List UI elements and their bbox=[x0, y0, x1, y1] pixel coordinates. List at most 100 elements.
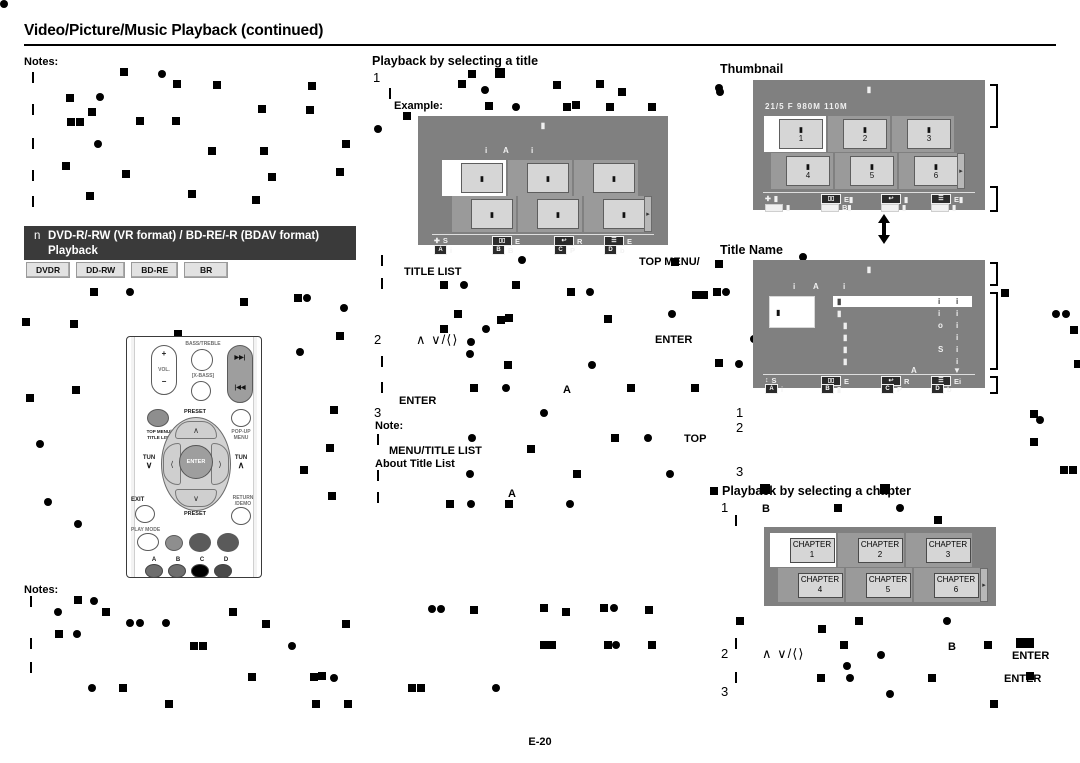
x-bass-label: [X-BASS] bbox=[191, 373, 215, 379]
color-button-d-label: D bbox=[223, 557, 229, 563]
thumbnail-cell-1[interactable]: ▮ 1 bbox=[764, 116, 826, 152]
title-name-row-2[interactable]: ▮ i i bbox=[833, 308, 972, 319]
mute-icon[interactable] bbox=[191, 381, 211, 401]
redaction-mark bbox=[990, 700, 998, 708]
redaction-mark bbox=[760, 484, 770, 494]
example-scroll-right-icon[interactable]: ▸ bbox=[644, 196, 652, 232]
play-button[interactable] bbox=[217, 533, 239, 552]
thumbnail-legend-key-4: ▮ bbox=[931, 203, 956, 212]
thumbnail-number-5: 5 bbox=[869, 171, 875, 180]
thumbnail-cell-3[interactable]: ▮ 3 bbox=[892, 116, 954, 152]
play-mode-button[interactable] bbox=[137, 533, 159, 551]
title-name-row-name-2: ▮ bbox=[837, 309, 842, 318]
stop-button[interactable] bbox=[165, 535, 183, 551]
redaction-mark bbox=[604, 315, 612, 323]
thumbnail-cell-6[interactable]: ▮ 6 bbox=[899, 153, 961, 189]
thumbnail-label-6: ▮ bbox=[933, 162, 939, 171]
color-key-d: D bbox=[931, 384, 944, 394]
title-name-label: Title Name bbox=[720, 243, 783, 257]
title-name-row-1[interactable]: ▮ i i bbox=[833, 296, 972, 307]
title-name-bracket-mid bbox=[990, 292, 998, 370]
redaction-mark bbox=[55, 630, 63, 638]
title-name-row-c1-1: i bbox=[938, 297, 941, 306]
redaction-mark bbox=[119, 684, 127, 692]
example-thumb-cell-6[interactable]: ▮ bbox=[584, 196, 648, 232]
chapter-cell-4[interactable]: CHAPTER 4 bbox=[778, 568, 844, 602]
redaction-mark bbox=[553, 81, 561, 89]
thumbnail-cell-4[interactable]: ▮ 4 bbox=[771, 153, 833, 189]
example-legend-top-2: E bbox=[515, 236, 521, 246]
color-key-blank-b bbox=[821, 203, 839, 212]
color-button-b[interactable] bbox=[168, 564, 186, 578]
redaction-mark bbox=[122, 170, 130, 178]
thumbnail-scroll-right-icon[interactable]: ▸ bbox=[957, 153, 965, 189]
skip-rocker[interactable] bbox=[227, 345, 253, 403]
chapter-scroll-right-icon[interactable]: ▸ bbox=[980, 568, 988, 602]
chapter-cell-6[interactable]: CHAPTER 6 bbox=[914, 568, 980, 602]
color-button-c[interactable] bbox=[191, 564, 209, 578]
redaction-mark bbox=[74, 520, 82, 528]
color-key-c: C bbox=[554, 245, 567, 255]
enter-button[interactable]: ENTER bbox=[179, 445, 213, 479]
thumbnail-cell-2[interactable]: ▮ 2 bbox=[828, 116, 890, 152]
example-thumb-inner-6: ▮ bbox=[603, 199, 645, 229]
redaction-mark bbox=[934, 516, 942, 524]
example-legend-key-1: A i bbox=[434, 245, 452, 255]
title-name-legend-key-3: C P bbox=[881, 384, 902, 394]
redaction-mark bbox=[700, 291, 708, 299]
example-thumb-cell-4[interactable]: ▮ bbox=[452, 196, 516, 232]
redaction-mark bbox=[300, 466, 308, 474]
redaction-mark bbox=[342, 620, 350, 628]
redaction-mark bbox=[943, 617, 951, 625]
thumbnail-legend-bottom-1: ▮ bbox=[786, 203, 791, 212]
color-button-a[interactable] bbox=[145, 564, 163, 578]
redaction-mark bbox=[158, 70, 166, 78]
example-thumb-cell-2[interactable]: ▮ bbox=[508, 160, 572, 196]
example-legend-bottom-1: i bbox=[450, 245, 453, 255]
redaction-mark bbox=[1070, 326, 1078, 334]
redaction-mark bbox=[1060, 466, 1068, 474]
example-thumb-cell-1[interactable]: ▮ bbox=[442, 160, 506, 196]
top-menu-title-list-button[interactable] bbox=[147, 409, 169, 427]
title-name-row-5[interactable]: ▮ S i bbox=[839, 344, 972, 355]
pause-button[interactable] bbox=[189, 533, 211, 552]
redaction-mark bbox=[644, 434, 652, 442]
exit-button[interactable] bbox=[135, 505, 155, 523]
chapter-cell-5[interactable]: CHAPTER 5 bbox=[846, 568, 912, 602]
redaction-mark bbox=[843, 662, 851, 670]
popup-menu-button[interactable] bbox=[231, 409, 251, 427]
example-thumb-cell-3[interactable]: ▮ bbox=[574, 160, 638, 196]
chapter-cell-1[interactable]: CHAPTER 1 bbox=[770, 533, 836, 567]
chapter-inner-6: CHAPTER 6 bbox=[933, 572, 979, 598]
thumbnail-label-1: ▮ bbox=[798, 125, 804, 134]
redaction-mark bbox=[408, 684, 416, 692]
title-name-row-4[interactable]: ▮ i bbox=[839, 332, 972, 343]
example-label: Example: bbox=[394, 100, 443, 112]
redaction-mark bbox=[340, 304, 348, 312]
thumbnail-legend-item-1: ✚ ▮ bbox=[765, 194, 778, 203]
color-key-d: D bbox=[604, 245, 617, 255]
thumbnail-number-4: 4 bbox=[805, 171, 811, 180]
chapter-cell-3[interactable]: CHAPTER 3 bbox=[906, 533, 972, 567]
bass-treble-button[interactable] bbox=[191, 349, 213, 371]
b-button-ref: B bbox=[762, 503, 770, 515]
redaction-mark bbox=[722, 288, 730, 296]
title-name-row-3[interactable]: ▮ o i bbox=[839, 320, 972, 331]
tun-left-chevron-icon: ∨ bbox=[145, 460, 153, 470]
thumbnail-cell-5[interactable]: ▮ 5 bbox=[835, 153, 897, 189]
example-osd-header: ▮ bbox=[540, 121, 546, 130]
return-demo-button[interactable] bbox=[231, 507, 251, 525]
redaction-mark bbox=[482, 325, 490, 333]
thumbnail-label-4: ▮ bbox=[805, 162, 811, 171]
color-button-d[interactable] bbox=[214, 564, 232, 578]
example-thumb-cell-5[interactable]: ▮ bbox=[518, 196, 582, 232]
remote-right-edge bbox=[253, 337, 257, 577]
dpad-up[interactable]: ∧ bbox=[175, 421, 217, 439]
thumbnail-label: Thumbnail bbox=[720, 62, 784, 76]
chapter-cell-2[interactable]: CHAPTER 2 bbox=[838, 533, 904, 567]
dpad-icon: ✚ bbox=[434, 237, 440, 245]
example-thumb-inner-5: ▮ bbox=[537, 199, 579, 229]
redaction-mark bbox=[566, 500, 574, 508]
redaction-mark bbox=[984, 641, 992, 649]
redaction-mark bbox=[381, 356, 383, 367]
